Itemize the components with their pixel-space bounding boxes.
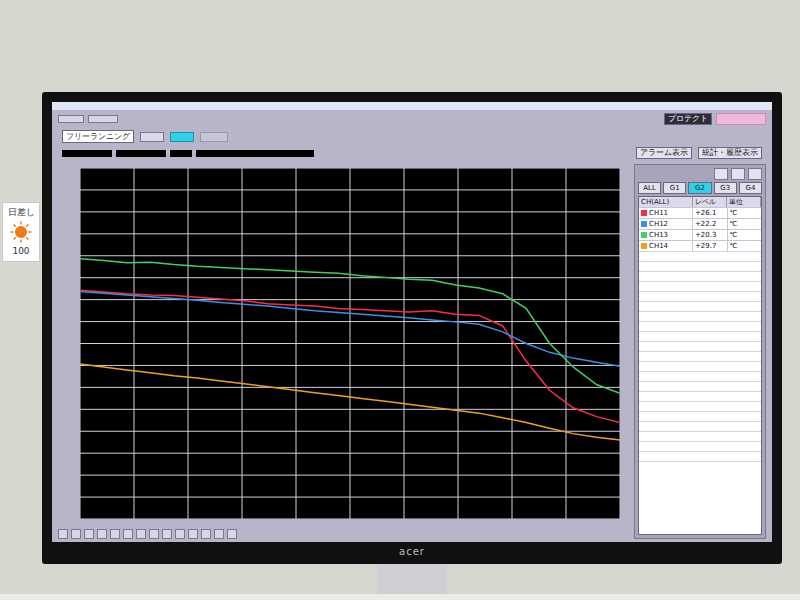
desk [0, 594, 800, 600]
sign-label: 日差し [8, 207, 35, 218]
empty-row [639, 451, 761, 461]
display-button[interactable]: アラーム表示 [636, 147, 692, 159]
protect-button[interactable]: プロテクト [664, 113, 712, 125]
channel-table: CH(ALL)レベル単位CH11+26.1℃CH12+22.2℃CH13+20.… [638, 196, 762, 535]
tool-button[interactable] [110, 529, 120, 539]
channel-panel: ALLG1G2G3G4 CH(ALL)レベル単位CH11+26.1℃CH12+22… [634, 164, 766, 539]
channel-color [641, 243, 647, 249]
extra-button[interactable] [716, 113, 766, 125]
chart-line [80, 290, 620, 422]
status-field [196, 150, 314, 157]
title-bar [52, 102, 772, 110]
group-tab[interactable]: ALL [638, 182, 661, 194]
tool-button[interactable] [149, 529, 159, 539]
empty-row [639, 391, 761, 401]
empty-row [639, 331, 761, 341]
photo-scene: 日差し100プロテクトフリーランニングアラーム表示統計・履歴表示ALLG1G2G… [0, 0, 800, 600]
empty-row [639, 401, 761, 411]
tool-button[interactable] [123, 529, 133, 539]
sun-icon [10, 221, 32, 243]
view-button[interactable] [714, 168, 728, 180]
empty-row [639, 441, 761, 451]
empty-row [639, 291, 761, 301]
empty-row [639, 381, 761, 391]
tool-button[interactable] [188, 529, 198, 539]
menu-button[interactable] [88, 115, 118, 123]
group-tab[interactable]: G1 [663, 182, 686, 194]
monitor-brand: acer [399, 546, 425, 558]
monitor-stand [377, 564, 447, 594]
tool-button[interactable] [201, 529, 211, 539]
tool-button[interactable] [136, 529, 146, 539]
channel-color [641, 232, 647, 238]
tool-button[interactable] [71, 529, 81, 539]
view-button[interactable] [731, 168, 745, 180]
monitor-screen: プロテクトフリーランニングアラーム表示統計・履歴表示 ALLG1G2G3G4 CH(… [52, 102, 772, 542]
run-button[interactable] [170, 132, 194, 142]
empty-row [639, 421, 761, 431]
file-field [116, 150, 166, 157]
empty-row [639, 461, 761, 471]
temperature-chart [80, 168, 620, 519]
table-row[interactable]: CH12+22.2℃ [639, 218, 761, 229]
empty-row [639, 371, 761, 381]
empty-row [639, 361, 761, 371]
group-tab[interactable]: G3 [714, 182, 737, 194]
time-field [62, 150, 112, 157]
tool-button[interactable] [84, 529, 94, 539]
channel-color [641, 221, 647, 227]
empty-row [639, 281, 761, 291]
display-button[interactable]: 統計・履歴表示 [698, 147, 762, 159]
chart-panel [58, 164, 626, 539]
empty-row [639, 321, 761, 331]
empty-row [639, 411, 761, 421]
interval-field [170, 150, 192, 157]
tool-button[interactable] [58, 529, 68, 539]
group-tabs: ALLG1G2G3G4 [638, 182, 762, 194]
stop-button[interactable] [200, 132, 228, 142]
empty-row [639, 351, 761, 361]
tool-button[interactable] [214, 529, 224, 539]
table-row[interactable]: CH13+20.3℃ [639, 229, 761, 240]
mode-field[interactable]: フリーランニング [62, 130, 134, 143]
view-button[interactable] [748, 168, 762, 180]
channel-color [641, 210, 647, 216]
tool-button[interactable] [227, 529, 237, 539]
table-row[interactable]: CH11+26.1℃ [639, 207, 761, 218]
chart-line [80, 364, 620, 440]
toolbar: プロテクト [52, 110, 772, 128]
table-row[interactable]: CH14+29.7℃ [639, 240, 761, 251]
monitor: プロテクトフリーランニングアラーム表示統計・履歴表示 ALLG1G2G3G4 CH(… [42, 92, 782, 594]
menu-button[interactable] [58, 115, 84, 123]
empty-row [639, 261, 761, 271]
group-tab[interactable]: G2 [688, 182, 711, 194]
empty-row [639, 431, 761, 441]
sign-value: 100 [12, 246, 29, 257]
group-tab[interactable]: G4 [739, 182, 762, 194]
chart-line [80, 259, 620, 394]
tool-button[interactable] [162, 529, 172, 539]
tool-button[interactable] [97, 529, 107, 539]
empty-row [639, 341, 761, 351]
empty-row [639, 311, 761, 321]
sign-card: 日差し 100 [2, 202, 40, 262]
tool-button[interactable] [175, 529, 185, 539]
table-header: CH(ALL)レベル単位 [639, 197, 761, 207]
empty-row [639, 271, 761, 281]
empty-row [639, 251, 761, 261]
empty-row [639, 301, 761, 311]
setting-button[interactable] [140, 132, 164, 142]
